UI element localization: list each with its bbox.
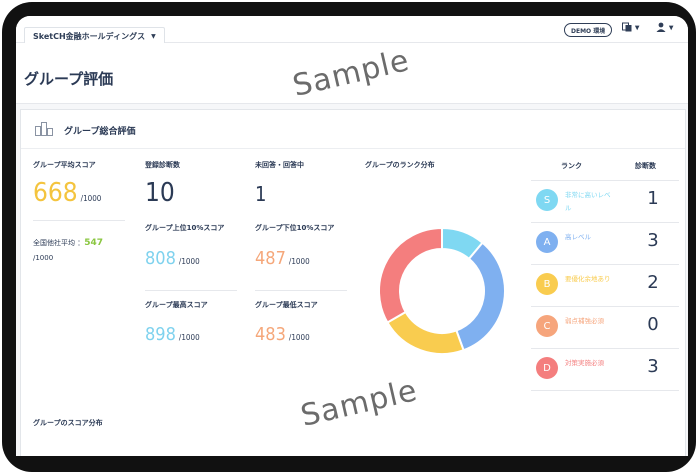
min-label: グループ最低スコア bbox=[255, 301, 318, 309]
rank-description: 対策実施必須 bbox=[565, 359, 604, 367]
rank-distribution-donut bbox=[378, 226, 506, 355]
rank-dist-label: グループのランク分布 bbox=[365, 161, 435, 169]
top10-score: 808/1000 bbox=[145, 248, 200, 269]
app-screen: SketCH金融ホールディングス ▼ DEMO 環境 ▼ ▼ グループ評価 グル… bbox=[16, 16, 688, 456]
demo-badge: DEMO 環境 bbox=[564, 23, 613, 37]
page-title: グループ評価 bbox=[24, 70, 114, 88]
company-name: SketCH金融ホールディングス bbox=[33, 31, 146, 41]
rank-row-a: A 高レベル 3 bbox=[531, 222, 679, 265]
rank-badge: C bbox=[536, 315, 558, 337]
rank-row-s: S 非常に高いレベル 1 bbox=[531, 180, 679, 223]
top10-label: グループ上位10%スコア bbox=[145, 224, 225, 232]
rank-description: 要優化余地あり bbox=[565, 275, 611, 283]
avg-score-value: 668 bbox=[33, 178, 78, 208]
rank-count: 1 bbox=[647, 188, 659, 209]
company-selector[interactable]: SketCH金融ホールディングス ▼ bbox=[24, 27, 165, 44]
top10-unit: /1000 bbox=[178, 257, 200, 266]
rank-badge: A bbox=[536, 231, 558, 253]
bar-chart-icon bbox=[35, 122, 55, 136]
peer-avg-value: 547 bbox=[84, 238, 104, 248]
bottom10-label: グループ下位10%スコア bbox=[255, 224, 335, 232]
peer-avg: 全国他社平均 ：547 bbox=[33, 238, 103, 248]
registered-label: 登録診断数 bbox=[145, 161, 180, 169]
card-title: グループ総合評価 bbox=[64, 127, 136, 137]
avg-score-label: グループ平均スコア bbox=[33, 161, 96, 169]
min-unit: /1000 bbox=[288, 333, 310, 342]
donut-slice-b bbox=[386, 310, 465, 355]
rank-description: 弱点補強必須 bbox=[565, 317, 604, 325]
col-count: 診断数 bbox=[635, 162, 656, 170]
divider bbox=[145, 290, 237, 291]
bottom10-value: 487 bbox=[255, 248, 286, 269]
rank-count: 2 bbox=[647, 272, 659, 293]
translate-icon bbox=[622, 22, 632, 32]
donut-slice-a bbox=[455, 241, 506, 352]
rank-row-d: D 対策実施必須 3 bbox=[531, 348, 679, 391]
avg-score: 668/1000 bbox=[33, 178, 101, 208]
user-menu[interactable]: ▼ bbox=[656, 22, 674, 33]
rank-badge: D bbox=[536, 357, 558, 379]
peer-avg-label: 全国他社平均 ： bbox=[33, 239, 85, 247]
card-header: グループ総合評価 bbox=[21, 110, 685, 149]
rank-description: 非常に高いレベル bbox=[565, 191, 611, 212]
chevron-down-icon: ▼ bbox=[668, 24, 674, 32]
rank-row-b: B 要優化余地あり 2 bbox=[531, 264, 679, 307]
top10-value: 808 bbox=[145, 248, 176, 269]
rank-count: 3 bbox=[647, 356, 659, 377]
device-frame: SketCH金融ホールディングス ▼ DEMO 環境 ▼ ▼ グループ評価 グル… bbox=[2, 2, 696, 472]
rank-badge: S bbox=[536, 189, 558, 211]
chevron-down-icon: ▼ bbox=[634, 24, 640, 32]
donut-slice-d bbox=[378, 226, 443, 324]
peer-avg-unit: /1000 bbox=[33, 254, 54, 262]
registered-value: 10 bbox=[145, 178, 175, 208]
rank-count: 3 bbox=[647, 230, 659, 251]
language-menu[interactable]: ▼ bbox=[622, 22, 640, 33]
top-bar: SketCH金融ホールディングス ▼ DEMO 環境 ▼ ▼ bbox=[16, 16, 688, 44]
max-label: グループ最高スコア bbox=[145, 301, 208, 309]
rank-badge: B bbox=[536, 273, 558, 295]
unanswered-label: 未回答・回答中 bbox=[255, 161, 304, 169]
score-dist-label: グループのスコア分布 bbox=[33, 419, 103, 427]
max-unit: /1000 bbox=[178, 333, 200, 342]
min-value: 483 bbox=[255, 324, 286, 345]
divider bbox=[33, 220, 125, 221]
min-score: 483/1000 bbox=[255, 324, 310, 345]
user-icon bbox=[656, 22, 666, 32]
bottom10-unit: /1000 bbox=[288, 257, 310, 266]
avg-score-unit: /1000 bbox=[80, 194, 102, 203]
max-value: 898 bbox=[145, 324, 176, 345]
unanswered-value: 1 bbox=[255, 182, 267, 206]
chevron-down-icon: ▼ bbox=[151, 32, 156, 40]
rank-table-header: ランク 診断数 bbox=[531, 152, 679, 181]
rank-count: 0 bbox=[647, 314, 659, 335]
divider bbox=[255, 290, 347, 291]
max-score: 898/1000 bbox=[145, 324, 200, 345]
col-rank: ランク bbox=[561, 162, 582, 170]
bottom10-score: 487/1000 bbox=[255, 248, 310, 269]
rank-row-c: C 弱点補強必須 0 bbox=[531, 306, 679, 349]
rank-description: 高レベル bbox=[565, 233, 591, 241]
